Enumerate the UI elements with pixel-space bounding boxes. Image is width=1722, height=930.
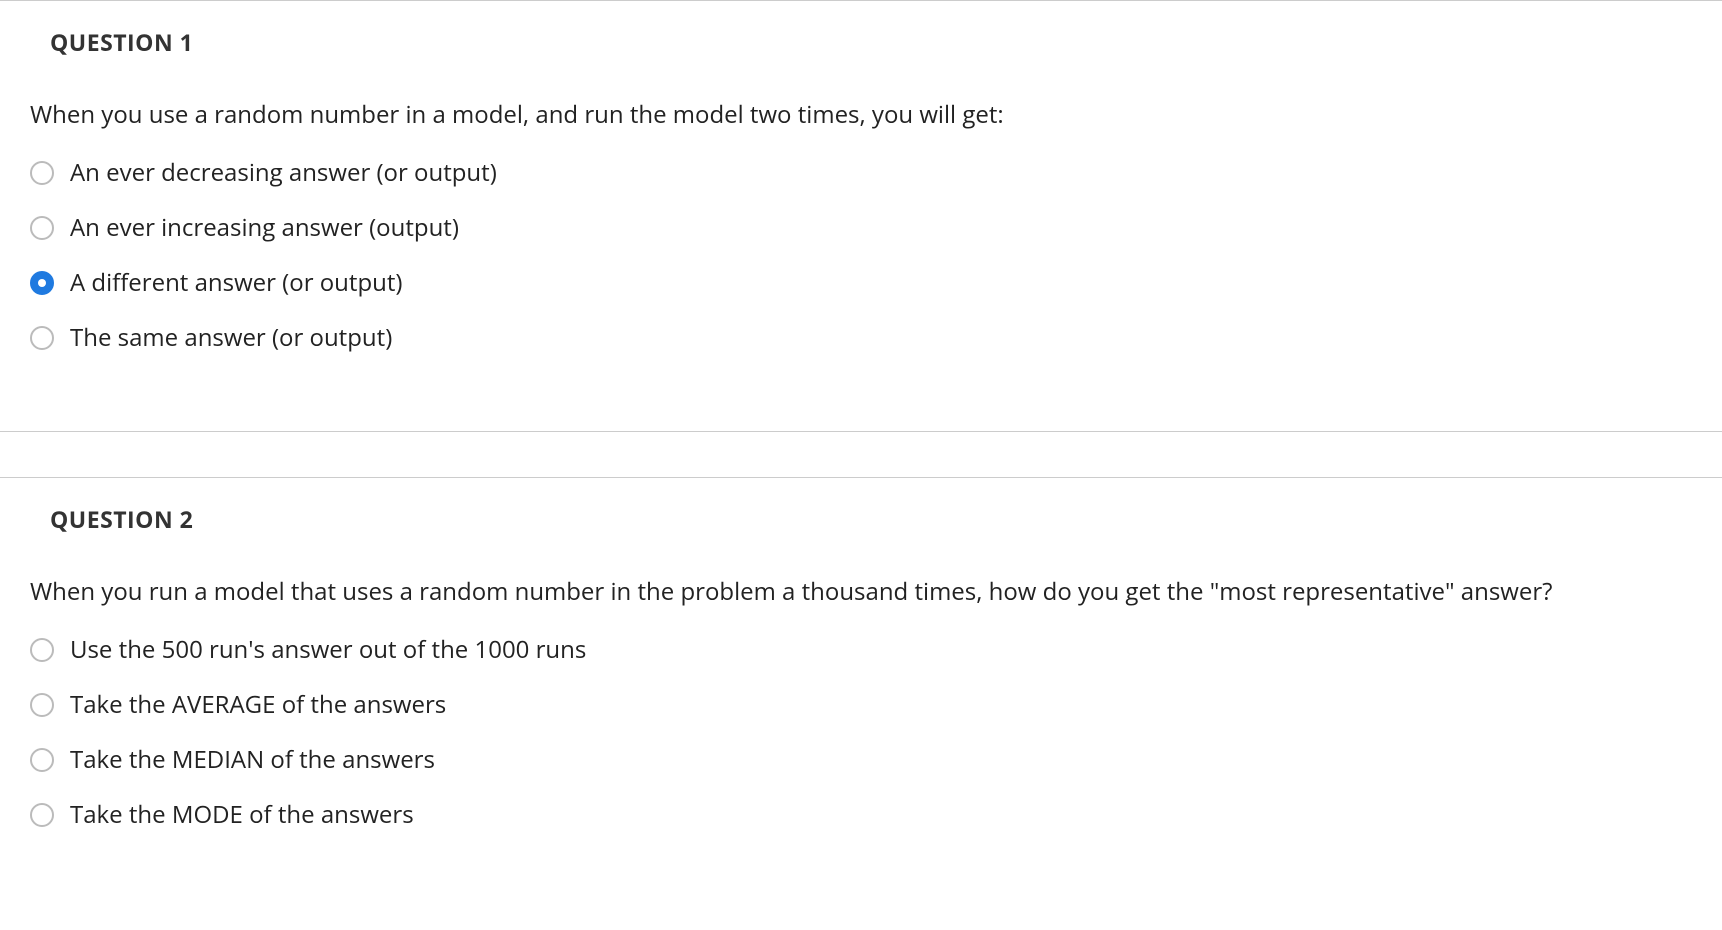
radio-icon[interactable]: [30, 216, 54, 240]
option-row[interactable]: An ever increasing answer (output): [30, 211, 1722, 244]
question-block-2: QUESTION 2 When you run a model that use…: [0, 477, 1722, 873]
radio-icon[interactable]: [30, 638, 54, 662]
option-row[interactable]: Take the AVERAGE of the answers: [30, 688, 1722, 721]
option-label: Take the MEDIAN of the answers: [70, 743, 435, 776]
option-row[interactable]: An ever decreasing answer (or output): [30, 156, 1722, 189]
option-label: Take the AVERAGE of the answers: [70, 688, 446, 721]
option-label: An ever decreasing answer (or output): [70, 156, 497, 189]
quiz-page: QUESTION 1 When you use a random number …: [0, 0, 1722, 873]
question-title: QUESTION 1: [0, 26, 1722, 58]
question-block-1: QUESTION 1 When you use a random number …: [0, 0, 1722, 432]
option-label: A different answer (or output): [70, 266, 402, 299]
options-list: Use the 500 run's answer out of the 1000…: [0, 633, 1722, 831]
radio-icon[interactable]: [30, 271, 54, 295]
radio-icon[interactable]: [30, 161, 54, 185]
option-label: An ever increasing answer (output): [70, 211, 459, 244]
option-label: The same answer (or output): [70, 321, 392, 354]
options-list: An ever decreasing answer (or output) An…: [0, 156, 1722, 354]
question-prompt: When you run a model that uses a random …: [0, 575, 1722, 608]
question-prompt: When you use a random number in a model,…: [0, 98, 1722, 131]
option-row[interactable]: Take the MODE of the answers: [30, 798, 1722, 831]
option-row[interactable]: The same answer (or output): [30, 321, 1722, 354]
radio-icon[interactable]: [30, 803, 54, 827]
option-label: Take the MODE of the answers: [70, 798, 414, 831]
radio-icon[interactable]: [30, 326, 54, 350]
option-row[interactable]: A different answer (or output): [30, 266, 1722, 299]
question-title: QUESTION 2: [0, 503, 1722, 535]
radio-icon[interactable]: [30, 693, 54, 717]
option-row[interactable]: Take the MEDIAN of the answers: [30, 743, 1722, 776]
radio-icon[interactable]: [30, 748, 54, 772]
option-row[interactable]: Use the 500 run's answer out of the 1000…: [30, 633, 1722, 666]
option-label: Use the 500 run's answer out of the 1000…: [70, 633, 586, 666]
